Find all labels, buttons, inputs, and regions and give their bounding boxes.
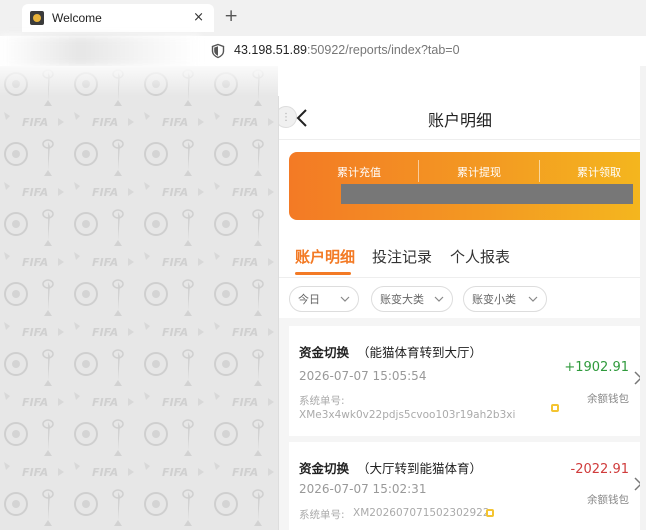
new-tab-button[interactable]: +: [224, 6, 238, 26]
subcategory-filter-select[interactable]: 账变小类: [463, 286, 547, 312]
record-no: XM202607071502302922: [353, 507, 490, 519]
url-host: 43.198.51.89: [234, 43, 307, 57]
filter-label: 今日: [298, 293, 320, 306]
records-list: 资金切换 （能猫体育转到大厅） 2026-07-07 15:05:54 系统单号:…: [279, 318, 640, 530]
blurred-area: [0, 66, 278, 96]
record-detail: （大厅转到能猫体育）: [357, 461, 483, 476]
filter-label: 账变大类: [380, 293, 424, 306]
category-filter-select[interactable]: 账变大类: [371, 286, 453, 312]
record-title: 资金切换 （能猫体育转到大厅）: [299, 342, 482, 361]
mobile-page: ⋮ 账户明细 累计充值 累计提现 累计领取 账户明细 投注记录 个人报表 今日 …: [278, 96, 640, 530]
browser-tab[interactable]: Welcome ×: [22, 4, 214, 32]
chevron-down-icon: [434, 296, 444, 302]
record-title: 资金切换 （大厅转到能猫体育）: [299, 458, 482, 477]
browser-tabbar: Welcome × +: [0, 0, 646, 36]
summary-banner: 累计充值 累计提现 累计领取: [289, 152, 640, 220]
filter-bar: 今日 账变大类 账变小类: [279, 282, 640, 318]
tab-personal-report[interactable]: 个人报表: [450, 246, 510, 267]
stat-total-deposit: 累计充值: [337, 166, 381, 179]
record-time: 2026-07-07 15:02:31: [299, 482, 427, 496]
record-wallet: 余额钱包: [587, 494, 629, 506]
record-amount: -2022.91: [570, 462, 629, 477]
divider: [539, 160, 540, 182]
chevron-down-icon: [528, 296, 538, 302]
shield-icon[interactable]: [210, 43, 226, 59]
url-text[interactable]: 43.198.51.89:50922/reports/index?tab=0: [234, 43, 460, 57]
favicon-icon: [30, 11, 44, 25]
list-item[interactable]: 资金切换 （大厅转到能猫体育） 2026-07-07 15:02:31 系统单号:…: [289, 442, 640, 530]
blurred-area: [0, 36, 200, 66]
list-item[interactable]: 资金切换 （能猫体育转到大厅） 2026-07-07 15:05:54 系统单号:…: [289, 326, 640, 436]
close-tab-icon[interactable]: ×: [193, 10, 204, 25]
chevron-down-icon: [340, 296, 350, 302]
record-no-label: 系统单号:: [299, 509, 345, 521]
copy-icon[interactable]: [550, 403, 560, 413]
date-filter-select[interactable]: 今日: [289, 286, 359, 312]
record-type: 资金切换: [299, 461, 350, 476]
divider: [418, 160, 419, 182]
stat-total-withdraw: 累计提现: [457, 166, 501, 179]
stat-total-claim: 累计领取: [577, 166, 621, 179]
tab-title: Welcome: [52, 11, 102, 25]
record-wallet: 余额钱包: [587, 393, 629, 405]
url-path: :50922/reports/index?tab=0: [307, 43, 460, 57]
page-header: ⋮ 账户明细: [279, 96, 640, 140]
page-title: 账户明细: [427, 111, 492, 130]
soccer-pattern-icon: FIFA: [0, 66, 278, 530]
active-tab-indicator: [295, 272, 351, 275]
record-tabs: 账户明细 投注记录 个人报表: [279, 232, 640, 278]
chevron-right-icon[interactable]: [633, 476, 640, 492]
record-detail: （能猫体育转到大厅）: [357, 345, 483, 360]
redacted-values: [341, 184, 633, 204]
record-time: 2026-07-07 15:05:54: [299, 369, 427, 383]
chevron-right-icon[interactable]: [633, 370, 640, 386]
tab-account-details[interactable]: 账户明细: [295, 246, 355, 267]
address-bar[interactable]: 43.198.51.89:50922/reports/index?tab=0: [0, 36, 646, 66]
record-no: XMe3x4wk0v22pdjs5cvoo103r19ah2b3xi: [299, 409, 516, 421]
tab-bet-records[interactable]: 投注记录: [372, 246, 432, 267]
copy-icon[interactable]: [485, 508, 495, 518]
record-no-label: 系统单号:: [299, 395, 345, 407]
filter-label: 账变小类: [472, 293, 516, 306]
record-amount: +1902.91: [564, 360, 629, 375]
scroll-gutter: [640, 66, 646, 530]
background-pattern: FIFA: [0, 66, 278, 530]
record-type: 资金切换: [299, 345, 350, 360]
